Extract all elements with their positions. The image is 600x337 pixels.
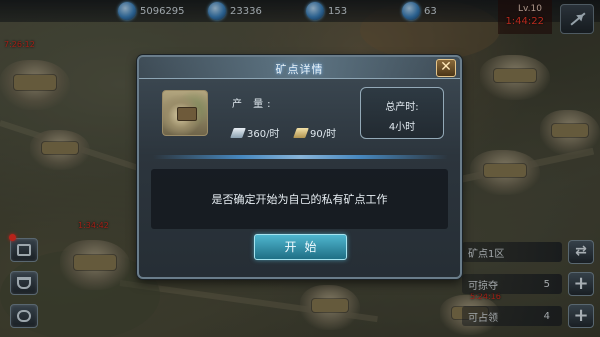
divider: [153, 155, 448, 159]
silver-rate-value: 360/时: [247, 129, 280, 140]
gold-ore-icon: [293, 127, 309, 138]
mine-detail-dialog: 矿点详情 ✕ 产 量: 360/时 90/时 总产时: 4小时 是否确定开始为自…: [137, 55, 462, 279]
dialog-title: 矿点详情: [275, 63, 324, 76]
production-label: 产 量:: [232, 99, 275, 110]
gold-rate-value: 90/时: [310, 129, 337, 140]
silver-rate: 360/时: [230, 125, 280, 140]
close-button[interactable]: ✕: [436, 59, 456, 77]
gold-rate: 90/时: [293, 125, 337, 140]
total-time-value: 4小时: [388, 122, 416, 133]
mine-thumbnail: [162, 90, 208, 136]
total-time-label: 总产时:: [385, 102, 419, 113]
message-box: 是否确定开始为自己的私有矿点工作: [151, 169, 448, 229]
silver-ore-icon: [230, 127, 246, 138]
total-time-box: 总产时: 4小时: [360, 87, 444, 139]
start-button[interactable]: 开始: [254, 234, 347, 260]
confirm-message: 是否确定开始为自己的私有矿点工作: [211, 193, 388, 206]
